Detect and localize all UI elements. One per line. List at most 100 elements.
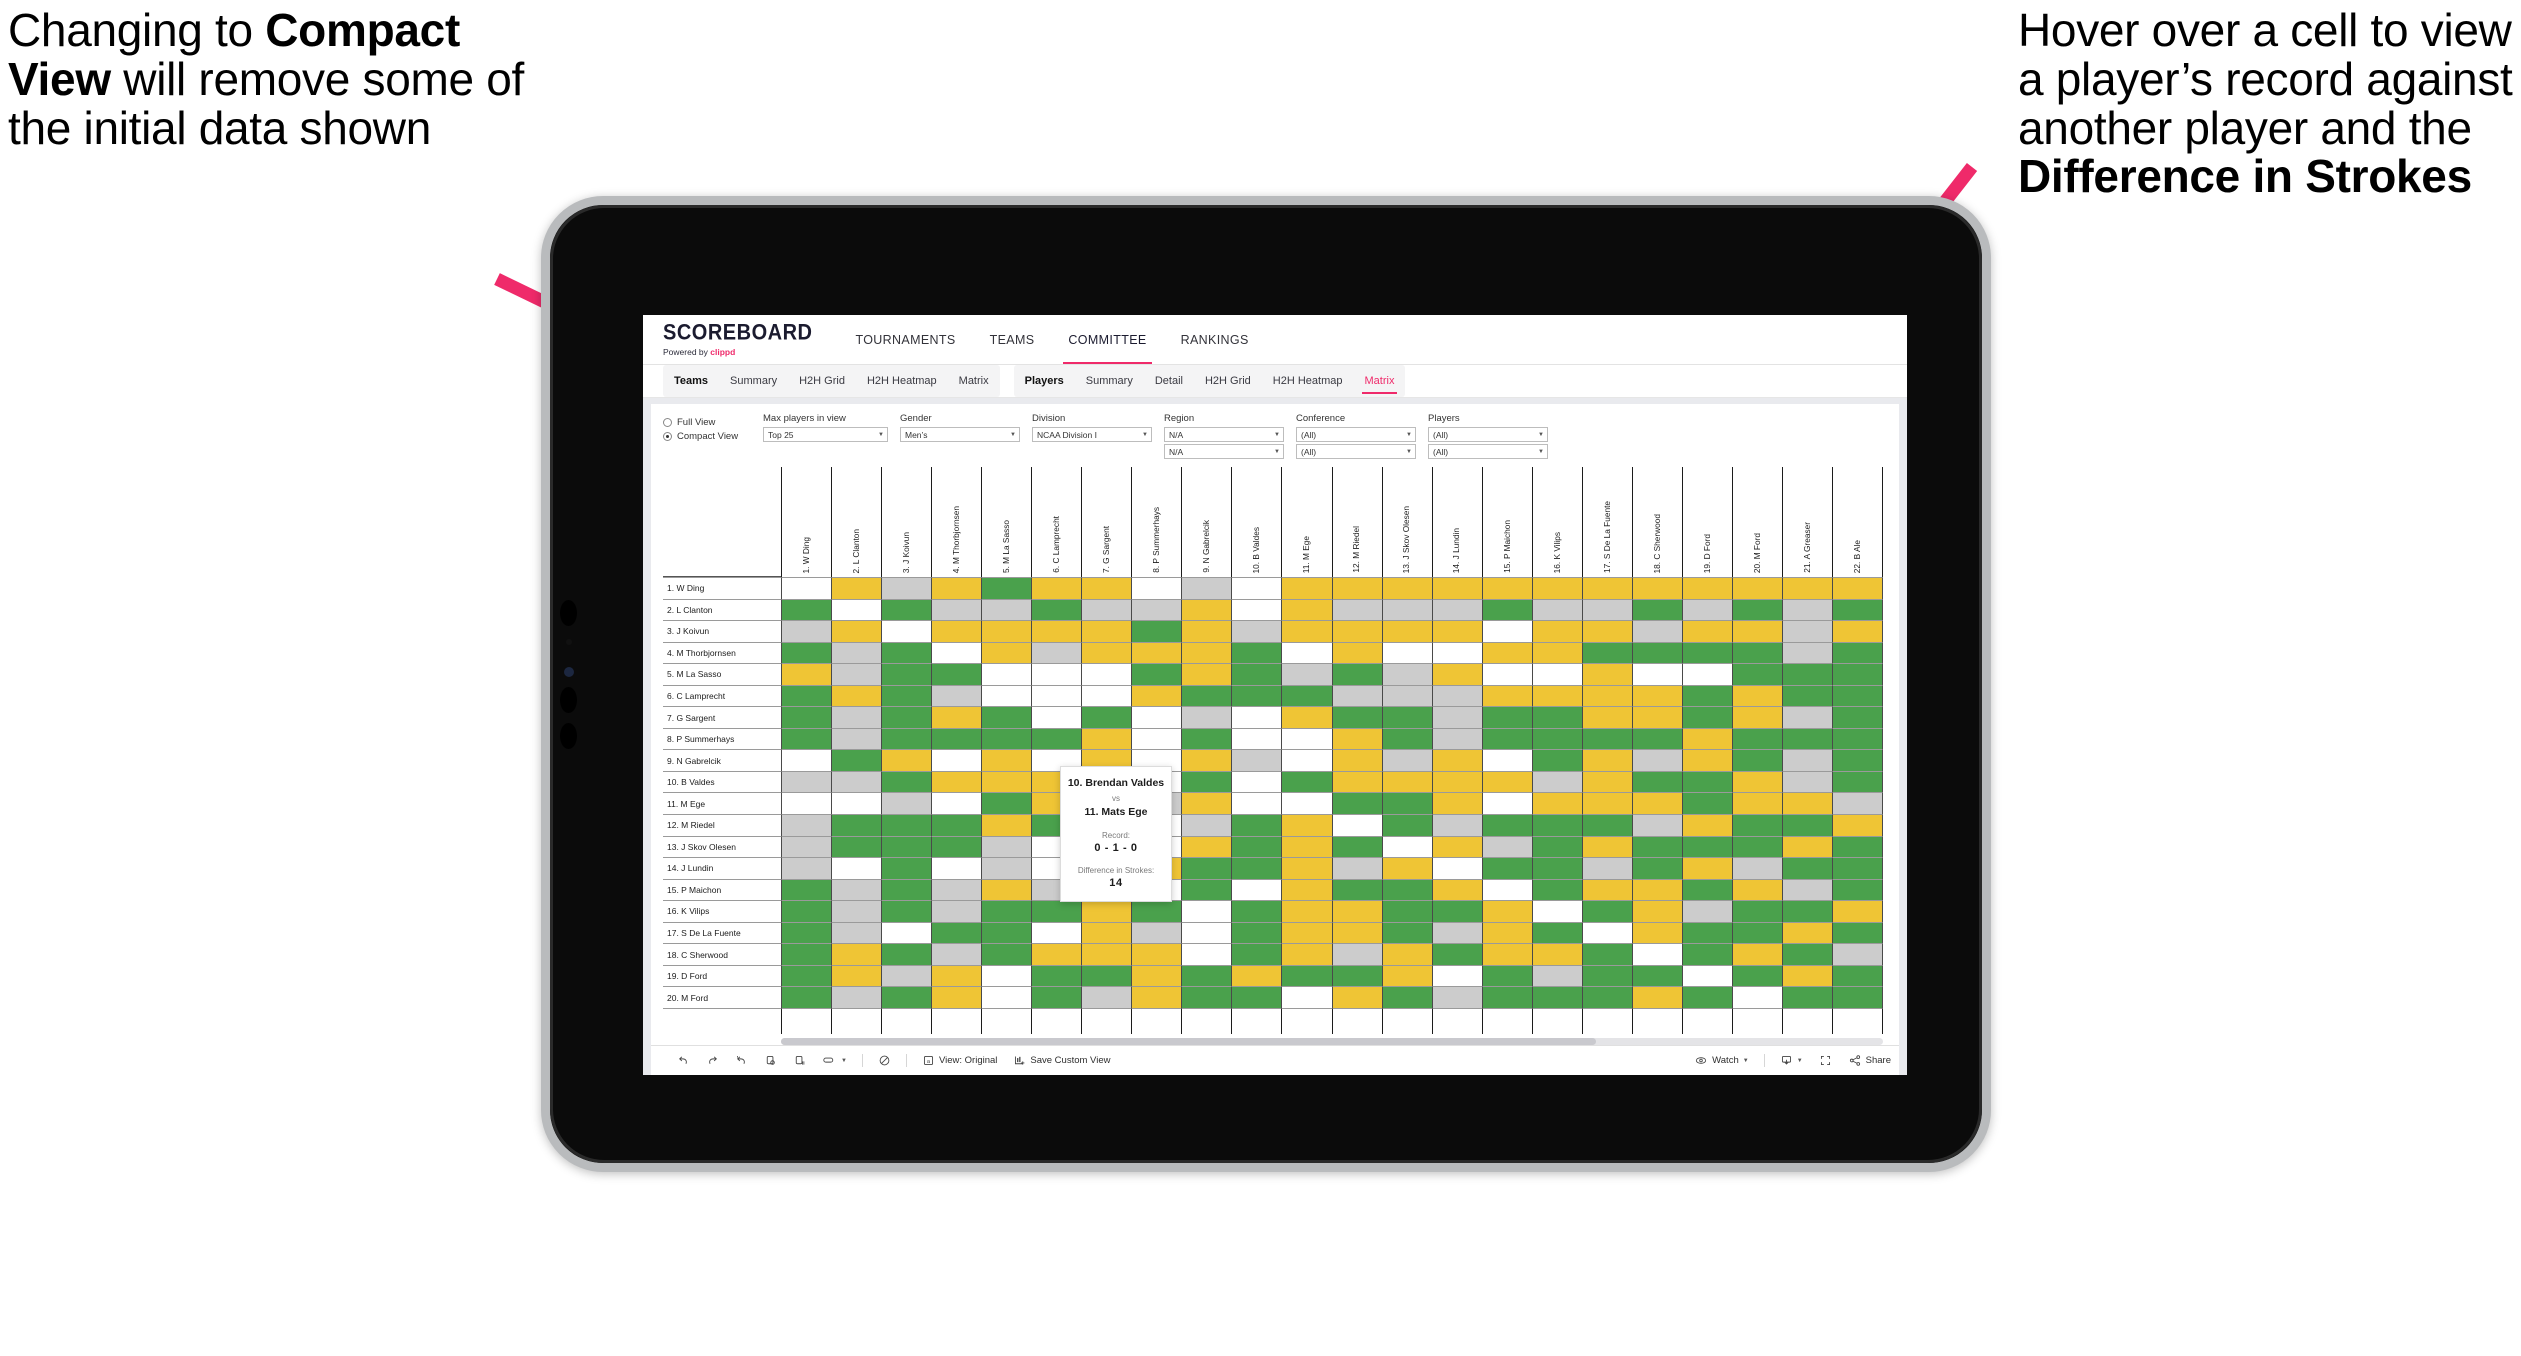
matrix-cell[interactable] [831,964,882,987]
brand-logo[interactable]: SCOREBOARD Powered by clippd [663,315,838,364]
matrix-cell[interactable] [1181,900,1232,922]
select-region-2[interactable]: N/A ▼ [1164,444,1284,459]
scrollbar-thumb[interactable] [781,1038,1597,1045]
matrix-cell[interactable] [1831,727,1884,750]
matrix-cell[interactable] [1131,921,1182,944]
matrix-cell[interactable] [1531,641,1582,664]
matrix-cell[interactable] [1431,598,1482,621]
matrix-cell[interactable] [1231,814,1282,836]
matrix-cell[interactable] [931,857,982,879]
matrix-cell[interactable] [1431,749,1482,771]
matrix-cell[interactable] [1481,749,1532,771]
matrix-cell[interactable] [1581,620,1632,642]
matrix-cell[interactable] [1681,792,1732,815]
matrix-cell[interactable] [1381,598,1432,621]
matrix-cell[interactable] [1381,900,1432,922]
matrix-cell[interactable] [1181,835,1232,858]
matrix-cell[interactable] [1431,727,1482,750]
matrix-cell[interactable] [1031,577,1082,599]
matrix-cell[interactable] [1631,792,1682,815]
matrix-cell[interactable] [1531,943,1582,965]
matrix-cell[interactable] [1131,727,1182,750]
matrix-cell[interactable] [981,749,1032,771]
matrix-cell[interactable] [1781,727,1832,750]
matrix-cell[interactable] [981,814,1032,836]
matrix-cell[interactable] [1831,620,1884,642]
matrix-cell[interactable] [881,943,932,965]
matrix-cell[interactable] [781,641,832,664]
matrix-cell[interactable] [781,857,832,879]
matrix-cell[interactable] [1231,620,1282,642]
nav-item-tournaments[interactable]: TOURNAMENTS [838,315,972,364]
matrix-cell[interactable] [1731,749,1782,771]
matrix-cell[interactable] [1481,900,1532,922]
matrix-cell[interactable] [1181,878,1232,901]
matrix-cell[interactable] [1231,641,1282,664]
matrix-cell[interactable] [1581,706,1632,728]
matrix-cell[interactable] [781,986,832,1008]
matrix-cell[interactable] [1031,641,1082,664]
matrix-cell[interactable] [1831,814,1884,836]
matrix-cell[interactable] [1731,964,1782,987]
matrix-cell[interactable] [1031,706,1082,728]
matrix-cell[interactable] [1281,706,1332,728]
matrix-cell[interactable] [1331,921,1382,944]
matrix-cell[interactable] [1631,878,1682,901]
matrix-cell[interactable] [1081,684,1132,707]
matrix-cell[interactable] [1731,900,1782,922]
matrix-cell[interactable] [931,921,982,944]
matrix-cell[interactable] [981,684,1032,707]
matrix-cell[interactable] [1381,749,1432,771]
matrix-cell[interactable] [781,663,832,685]
matrix-cell[interactable] [1181,770,1232,793]
matrix-cell[interactable] [981,943,1032,965]
matrix-cell[interactable] [1631,706,1682,728]
matrix-cell[interactable] [1331,684,1382,707]
matrix-cell[interactable] [781,921,832,944]
matrix-cell[interactable] [931,727,982,750]
matrix-cell[interactable] [881,792,932,815]
matrix-cell[interactable] [1131,598,1182,621]
matrix-cell[interactable] [1581,663,1632,685]
matrix-cell[interactable] [1481,964,1532,987]
matrix-cell[interactable] [1431,857,1482,879]
matrix-cell[interactable] [1331,835,1382,858]
matrix-cell[interactable] [981,641,1032,664]
matrix-cell[interactable] [1181,986,1232,1008]
matrix-cell[interactable] [1381,727,1432,750]
tab-players-detail[interactable]: Detail [1144,365,1194,397]
matrix-cell[interactable] [1031,684,1082,707]
matrix-cell[interactable] [1281,577,1332,599]
matrix-cell[interactable] [1231,921,1282,944]
matrix-cell[interactable] [1431,835,1482,858]
matrix-cell[interactable] [1181,727,1232,750]
matrix-cell[interactable] [1531,986,1582,1008]
matrix-cell[interactable] [931,620,982,642]
matrix-cell[interactable] [1731,706,1782,728]
matrix-cell[interactable] [1431,770,1482,793]
matrix-cell[interactable] [1481,835,1532,858]
tab-players-summary[interactable]: Summary [1075,365,1144,397]
matrix-cell[interactable] [881,749,932,771]
matrix-cell[interactable] [1281,986,1332,1008]
matrix-cell[interactable] [1131,641,1182,664]
matrix-cell[interactable] [1731,577,1782,599]
matrix-cell[interactable] [1231,749,1282,771]
matrix-cell[interactable] [1731,770,1782,793]
matrix-cell[interactable] [781,727,832,750]
matrix-cell[interactable] [1231,598,1282,621]
matrix-cell[interactable] [1181,620,1232,642]
matrix-cell[interactable] [1631,577,1682,599]
horizontal-scrollbar[interactable] [781,1038,1883,1045]
matrix-cell[interactable] [1681,921,1732,944]
matrix-cell[interactable] [1231,857,1282,879]
matrix-cell[interactable] [1631,663,1682,685]
matrix-cell[interactable] [831,814,882,836]
device-button-volume-up[interactable] [560,687,577,713]
matrix-cell[interactable] [1681,770,1732,793]
matrix-cell[interactable] [781,577,832,599]
matrix-cell[interactable] [1331,598,1382,621]
matrix-cell[interactable] [1431,921,1482,944]
matrix-cell[interactable] [1181,857,1232,879]
matrix-cell[interactable] [831,598,882,621]
